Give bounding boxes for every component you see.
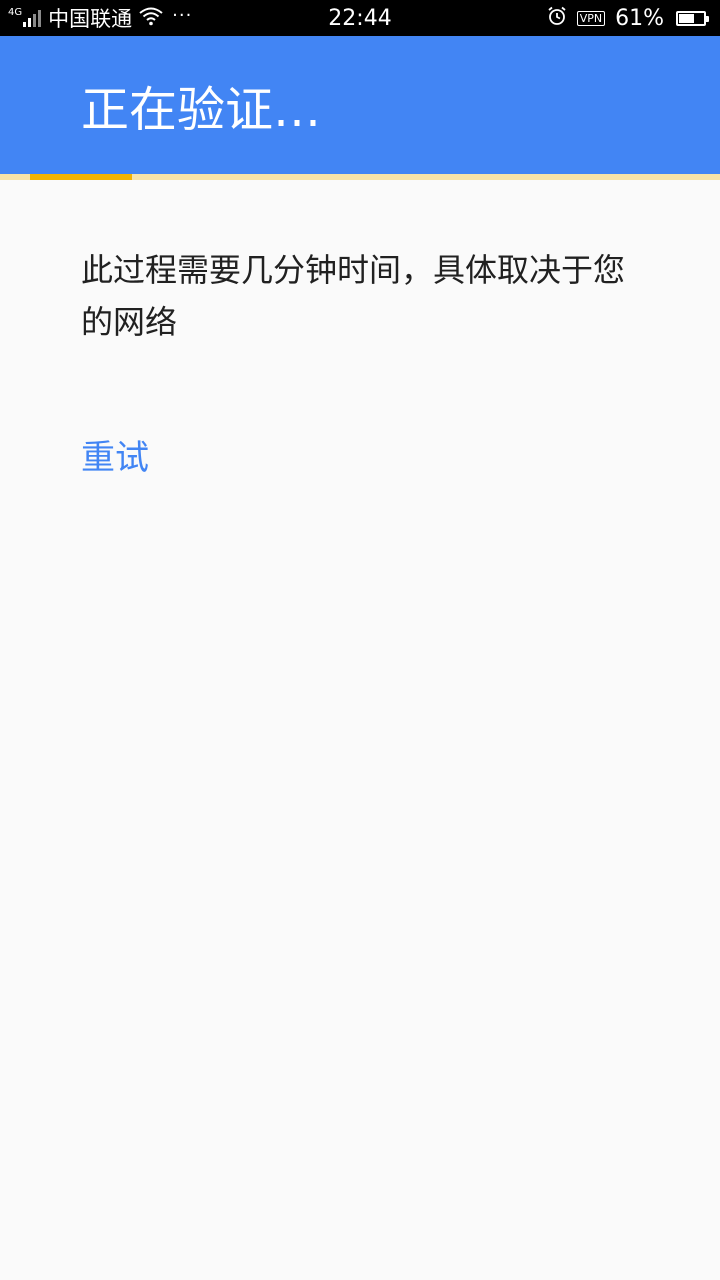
retry-button[interactable]: 重试 bbox=[81, 430, 149, 486]
vpn-indicator: VPN bbox=[576, 10, 606, 26]
progress-indicator-bar bbox=[30, 174, 132, 180]
status-bar-right: VPN 61% bbox=[547, 0, 709, 36]
clock: 22:44 bbox=[328, 5, 392, 31]
status-bar-left: 4G 中国联通 ··· bbox=[8, 0, 192, 36]
battery-percentage: 61% bbox=[615, 5, 664, 31]
battery-fill bbox=[679, 13, 694, 23]
alarm-icon bbox=[547, 6, 567, 30]
network-type-label: 4G bbox=[8, 7, 23, 18]
verification-message: 此过程需要几分钟时间，具体取决于您的网络 bbox=[81, 251, 626, 341]
battery-icon bbox=[676, 10, 709, 26]
app-bar: 正在验证… bbox=[0, 36, 720, 174]
carrier-name: 中国联通 bbox=[48, 7, 133, 31]
wifi-icon bbox=[138, 6, 164, 30]
progress-indicator bbox=[0, 174, 720, 180]
more-notifications-indicator: ··· bbox=[172, 4, 193, 26]
signal-strength-icon bbox=[23, 9, 43, 27]
status-bar: 4G 中国联通 ··· 22:44 VPN 61% bbox=[0, 0, 720, 36]
page-title: 正在验证… bbox=[81, 82, 322, 138]
